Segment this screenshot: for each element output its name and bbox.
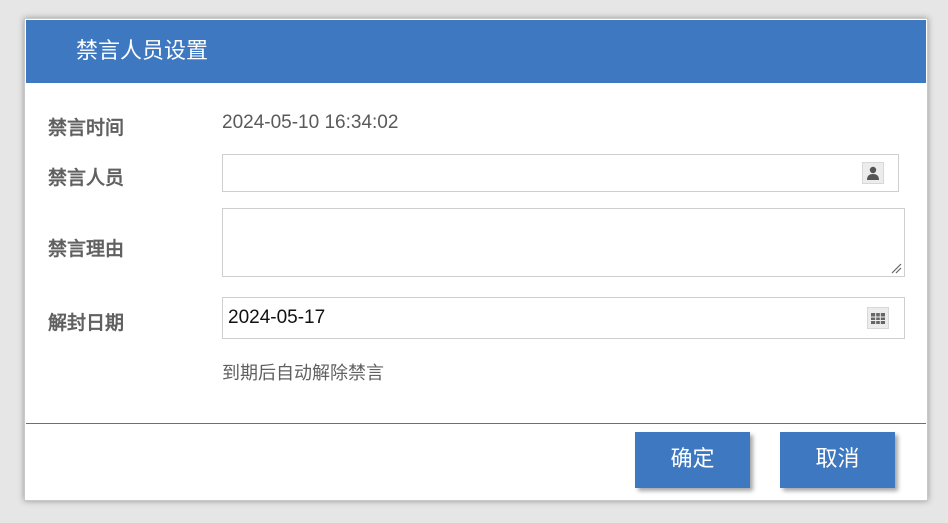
footer-divider [26,423,926,424]
unban-date-input[interactable]: 2024-05-17 [222,297,905,339]
cancel-button[interactable]: 取消 [780,432,895,488]
unban-date-label: 解封日期 [48,312,125,334]
user-icon[interactable] [862,162,884,184]
unban-date-value: 2024-05-17 [228,307,326,328]
resize-handle-icon[interactable] [890,262,902,274]
mute-reason-textarea[interactable] [222,208,905,277]
confirm-button[interactable]: 确定 [635,432,750,488]
mute-person-input[interactable] [222,154,899,192]
mute-reason-label: 禁言理由 [48,238,125,260]
mute-time-value: 2024-05-10 16:34:02 [222,112,399,133]
calendar-icon[interactable] [867,307,889,329]
mute-person-label: 禁言人员 [48,167,125,189]
dialog-title: 禁言人员设置 [76,39,209,64]
mute-settings-dialog: 禁言人员设置 禁言时间 2024-05-10 16:34:02 禁言人员 禁言理… [24,18,928,501]
dialog-titlebar: 禁言人员设置 [26,20,926,83]
mute-time-label: 禁言时间 [48,117,125,139]
unban-hint: 到期后自动解除禁言 [222,363,384,384]
